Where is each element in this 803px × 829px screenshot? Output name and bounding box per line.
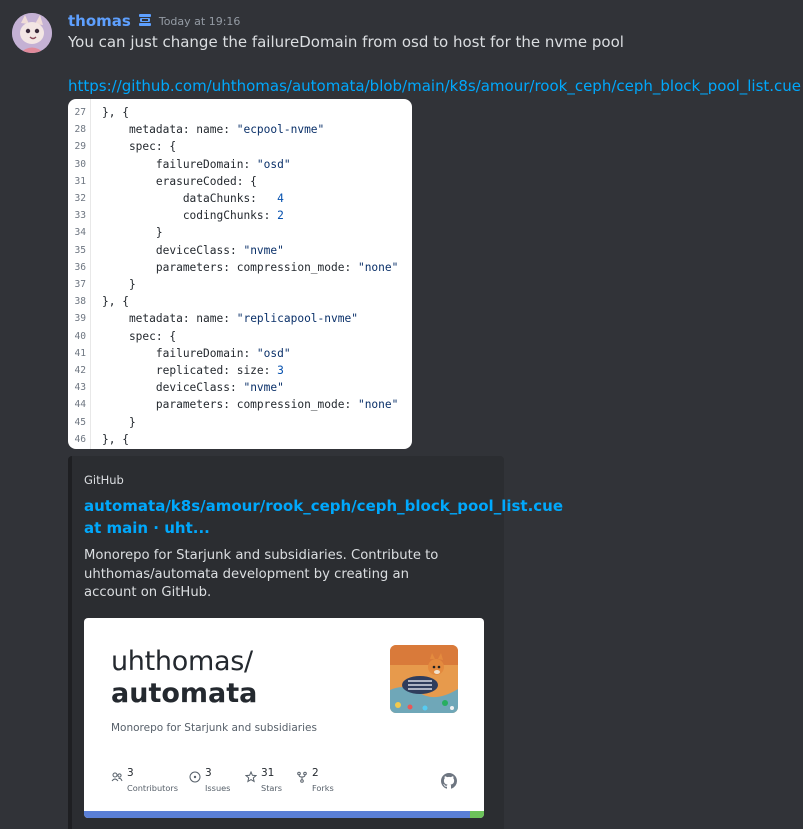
code-text: replicated: size: 3	[102, 364, 284, 377]
code-text: parameters: compression_mode: "none"	[102, 398, 399, 412]
stat-value: 3	[205, 767, 212, 779]
code-text: deviceClass: "nvme"	[102, 243, 284, 257]
code-line: 42 replicated: size: 3	[68, 362, 412, 379]
line-number: 32	[74, 193, 86, 204]
code-snippet: 27}, {28 metadata: name: "ecpool-nvme" 29…	[68, 99, 412, 449]
message-header: thomas Today at 19:16	[68, 10, 240, 32]
repo-avatar-image	[390, 645, 458, 713]
line-number: 39	[74, 313, 86, 325]
code-text: }, {	[102, 295, 129, 309]
message-link[interactable]: https://github.com/uhthomas/automata/blo…	[68, 77, 801, 95]
repo-name: automata	[111, 678, 258, 709]
code-text: }, {	[102, 106, 129, 119]
code-text: spec: {	[102, 329, 177, 343]
language-segment	[470, 811, 484, 818]
stat-label: Forks	[312, 783, 334, 793]
language-segment	[84, 811, 470, 818]
language-bar	[84, 811, 484, 818]
code-line: 30 failureDomain: "osd"	[68, 156, 412, 173]
message-text: You can just change the failureDomain fr…	[68, 33, 624, 51]
line-number: 41	[74, 347, 86, 359]
line-number: 34	[74, 227, 86, 239]
stat-value: 31	[261, 767, 275, 779]
line-number: 42	[74, 365, 86, 376]
line-number: 29	[74, 141, 86, 153]
line-number: 27	[74, 107, 86, 118]
code-line: 34 }	[68, 224, 412, 241]
code-line: 31 erasureCoded: {	[68, 173, 412, 190]
code-line: 35 deviceClass: "nvme"	[68, 242, 412, 259]
code-line: 40 spec: {	[68, 328, 412, 345]
avatar[interactable]	[12, 13, 52, 53]
line-number: 46	[74, 433, 86, 445]
code-line: 27 }, {	[68, 104, 412, 121]
line-number: 38	[74, 296, 86, 308]
star-icon	[244, 768, 258, 783]
code-text: deviceClass: "nvme"	[102, 381, 284, 395]
stat-value: 2	[312, 767, 319, 779]
people-icon	[111, 768, 123, 782]
code-line: 46 }, {	[68, 431, 412, 448]
avatar-image	[12, 13, 52, 53]
line-number: 31	[74, 175, 86, 187]
line-number: 43	[74, 382, 86, 394]
link-embed: GitHub automata/k8s/amour/rook_ceph/ceph…	[68, 456, 563, 829]
fork-icon	[296, 768, 308, 783]
embed-provider[interactable]: GitHub	[84, 473, 124, 487]
code-line: 41 failureDomain: "osd"	[68, 345, 412, 362]
line-number: 28	[74, 124, 86, 136]
line-number: 45	[74, 416, 86, 428]
code-text: codingChunks: 2	[102, 209, 284, 223]
code-text: failureDomain: "osd"	[102, 346, 291, 360]
code-text: metadata: name: "replicapool-nvme"	[102, 312, 358, 326]
stat-label: Contributors	[127, 783, 179, 793]
code-text: }	[102, 415, 136, 429]
embed-description: Monorepo for Starjunk and subsidiaries. …	[84, 548, 439, 600]
code-line: 28 metadata: name: "ecpool-nvme"	[68, 121, 412, 138]
code-text: erasureCoded: {	[102, 174, 257, 188]
code-text: dataChunks: 4	[102, 192, 284, 205]
line-number: 33	[74, 210, 86, 222]
code-line: 29 spec: {	[68, 138, 412, 155]
github-icon	[441, 773, 457, 789]
code-line: 33 codingChunks: 2	[68, 207, 412, 224]
username[interactable]: thomas	[68, 12, 131, 30]
line-number: 35	[74, 244, 86, 256]
repo-description: Monorepo for Starjunk and subsidiaries	[111, 722, 317, 734]
line-number: 44	[74, 399, 86, 411]
stat-label: Stars	[261, 783, 283, 793]
code-line: 38 }, {	[68, 293, 412, 310]
server-tag-icon[interactable]	[137, 13, 153, 29]
code-line: 45 }	[68, 414, 412, 431]
code-text: }, {	[102, 432, 129, 446]
line-number: 40	[74, 330, 86, 342]
code-line: 44 parameters: compression_mode: "none"	[68, 396, 412, 413]
code-line: 36 parameters: compression_mode: "none"	[68, 259, 412, 276]
line-number: 30	[74, 158, 86, 170]
embed-image[interactable]: uhthomas/ automata Monorepo for Starjunk…	[84, 618, 484, 818]
repo-owner: uhthomas/	[111, 646, 253, 677]
code-line: 39 metadata: name: "replicapool-nvme"	[68, 310, 412, 327]
code-line: 32 dataChunks: 4	[68, 190, 412, 207]
stat-value: 3	[127, 767, 134, 779]
line-number: 36	[74, 261, 86, 273]
timestamp[interactable]: Today at 19:16	[159, 15, 241, 28]
code-line: 37 }	[68, 276, 412, 293]
code-text: spec: {	[102, 140, 177, 154]
code-text: }	[102, 226, 163, 240]
code-text: failureDomain: "osd"	[102, 157, 291, 171]
code-line: 43 deviceClass: "nvme"	[68, 379, 412, 396]
stat-label: Issues	[205, 783, 231, 793]
line-number: 37	[74, 279, 86, 290]
code-text: }	[102, 278, 136, 291]
embed-title[interactable]: automata/k8s/amour/rook_ceph/ceph_block_…	[84, 495, 563, 539]
issue-icon	[189, 768, 201, 783]
code-text: parameters: compression_mode: "none"	[102, 260, 399, 274]
code-text: metadata: name: "ecpool-nvme"	[102, 123, 325, 137]
